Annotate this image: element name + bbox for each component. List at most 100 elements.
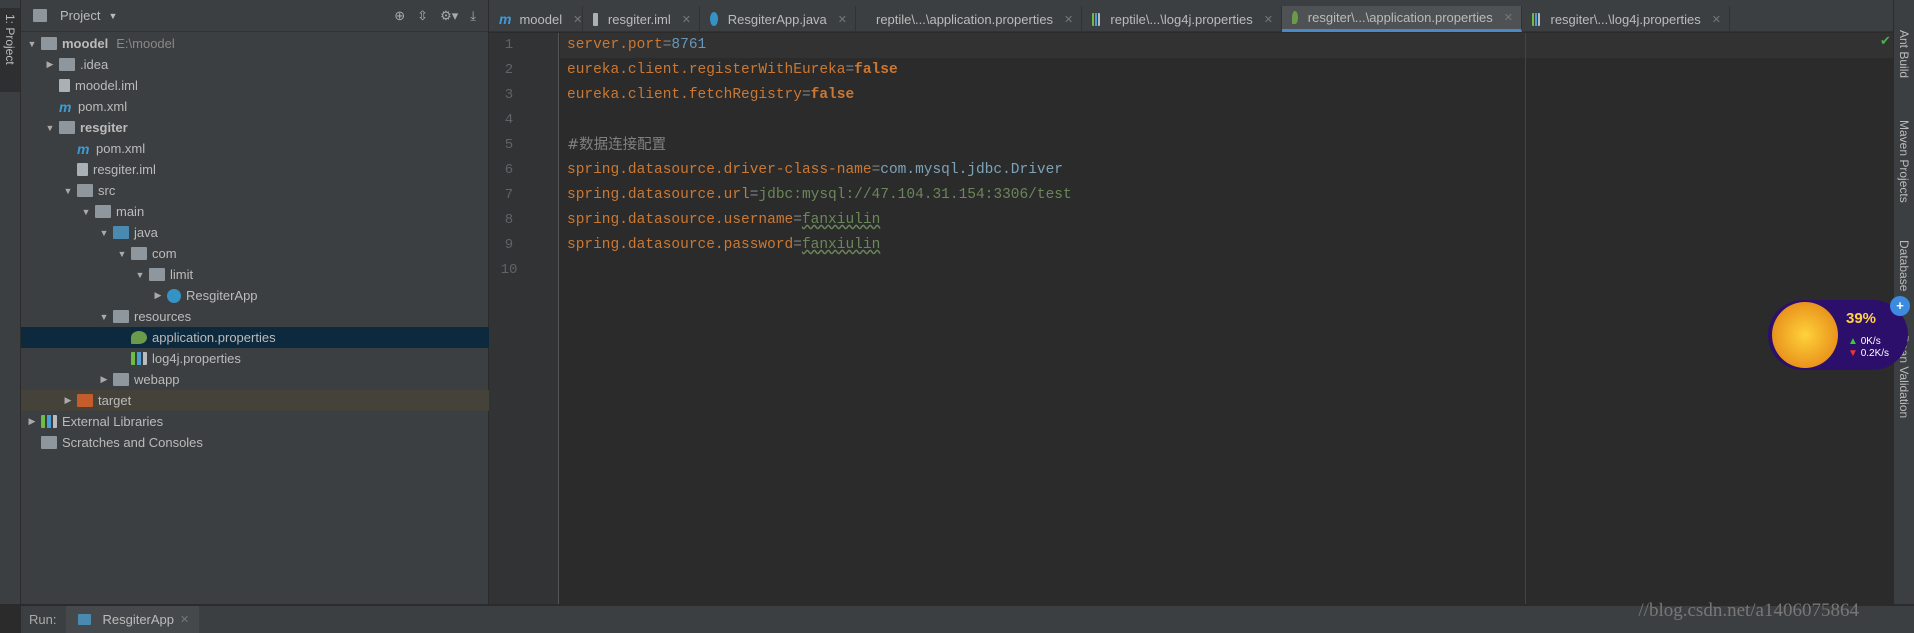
tree-item-label: External Libraries [62,414,164,429]
editor-tab[interactable]: resgiter\...\log4j.properties ✕ [1522,6,1730,32]
code-line: spring.datasource.url=jdbc:mysql://47.10… [567,183,1072,208]
libraries-icon [41,415,57,428]
property-key: spring.datasource.password [567,237,794,253]
tree-item[interactable]: ▶ ResgiterApp [21,285,489,306]
close-icon[interactable]: ✕ [682,13,691,26]
collapse-all-icon[interactable]: ⇳ [417,8,428,24]
editor-tab[interactable]: reptile\...\log4j.properties ✕ [1082,6,1282,32]
code-line: eureka.client.fetchRegistry=false [567,83,854,108]
chevron-down-icon[interactable]: ▼ [97,228,111,238]
chevron-down-icon[interactable]: ▼ [108,11,117,21]
code-editor[interactable]: 1 server.port=8761 2 eureka.client.register… [489,33,1893,604]
tree-item[interactable]: ▼ main [21,201,489,222]
properties-file-icon [1092,12,1101,26]
chevron-down-icon[interactable]: ▼ [115,249,129,259]
editor-tab[interactable]: resgiter\...\application.properties ✕ [1282,6,1522,32]
line-number: 5 [504,137,514,153]
tree-item[interactable]: m pom.xml [21,138,489,159]
tree-item[interactable]: ▼ limit [21,264,489,285]
tab-label: reptile\...\application.properties [876,11,1054,27]
ant-build-tab[interactable]: Ant Build [1897,30,1911,78]
maven-icon: m [499,11,512,27]
tree-item[interactable]: ▶ webapp [21,369,489,390]
plus-icon[interactable]: + [1890,296,1910,316]
code-line: eureka.client.registerWithEureka=false [567,58,898,83]
editor-tab[interactable]: ResgiterApp.java ✕ [700,6,856,32]
tree-item-label: target [98,393,132,408]
property-key: spring.datasource.url [567,187,750,203]
run-bar: Run: ResgiterApp ✕ [21,604,1914,633]
tree-item[interactable]: ▶ target [21,390,489,411]
chevron-down-icon[interactable]: ▼ [25,39,39,49]
chevron-right-icon[interactable]: ▶ [61,395,75,406]
tree-item[interactable]: ▼ com [21,243,489,264]
tree-item[interactable]: resgiter.iml [21,159,489,180]
line-number: 4 [504,112,514,128]
editor-tab[interactable]: reptile\...\application.properties ✕ [856,6,1082,32]
tree-item[interactable]: Scratches and Consoles [21,432,489,453]
upload-speed-value: 0K/s [1860,336,1881,347]
upload-speed: ▲ 0K/s [1848,336,1881,347]
tab-label: resgiter\...\application.properties [1307,10,1493,25]
iml-file-icon [77,163,88,176]
editor-tab[interactable]: resgiter.iml ✕ [583,6,700,32]
database-tab[interactable]: Database [1897,240,1911,291]
chevron-right-icon[interactable]: ▶ [25,416,39,427]
close-icon[interactable]: ✕ [573,13,582,26]
equals: = [793,237,802,253]
spring-class-icon [710,12,718,26]
gear-icon[interactable]: ⚙▾ [440,8,458,24]
tree-item[interactable]: ▶ .idea [21,54,489,75]
inspection-ok-icon[interactable]: ✔ [1880,33,1891,49]
line-number: 9 [504,237,514,253]
tree-item[interactable]: log4j.properties [21,348,489,369]
chevron-down-icon[interactable]: ▼ [133,270,147,280]
chevron-right-icon[interactable]: ▶ [151,290,165,301]
run-label: Run: [29,612,57,627]
code-line: #数据连接配置 [567,133,666,158]
module-folder-icon [59,121,75,134]
properties-file-icon [1532,12,1541,26]
tree-item[interactable]: ▼ java [21,222,489,243]
locate-icon[interactable]: ⊕ [394,8,405,24]
tree-item[interactable]: ▶ External Libraries [21,411,489,432]
tree-item-label: main [116,204,145,219]
chevron-right-icon[interactable]: ▶ [43,59,57,70]
editor-tab[interactable]: m moodel ✕ [489,6,583,32]
tree-item[interactable]: ▼ src [21,180,489,201]
tree-item[interactable]: application.properties [21,327,489,348]
tree-item[interactable]: ▼ moodel E:\moodel [21,33,489,54]
maven-projects-tab[interactable]: Maven Projects [1897,120,1911,203]
run-tab-resgiterapp[interactable]: ResgiterApp ✕ [66,606,200,633]
folder-icon [95,205,111,218]
project-view-selector[interactable]: Project [60,8,100,23]
scratches-icon [41,436,57,449]
chevron-down-icon[interactable]: ▼ [79,207,93,217]
close-icon[interactable]: ✕ [838,13,847,26]
close-icon[interactable]: ✕ [180,613,189,626]
close-icon[interactable]: ✕ [1064,13,1073,26]
arrow-down-icon: ▼ [1848,348,1858,359]
source-folder-icon [113,226,129,239]
tree-item-label: pom.xml [78,99,128,114]
tree-item[interactable]: m pom.xml [21,96,489,117]
close-icon[interactable]: ✕ [1504,11,1513,24]
property-value: 8761 [671,37,707,53]
chevron-down-icon[interactable]: ▼ [97,312,111,322]
close-icon[interactable]: ✕ [1712,13,1721,26]
project-tool-tab[interactable]: 1: Project [0,8,20,92]
chevron-down-icon[interactable]: ▼ [43,123,57,133]
tree-item[interactable]: moodel.iml [21,75,489,96]
close-icon[interactable]: ✕ [1264,13,1273,26]
chevron-right-icon[interactable]: ▶ [97,374,111,385]
network-monitor-widget[interactable]: 39% ▲ 0K/s ▼ 0.2K/s + [1768,296,1910,370]
tree-item[interactable]: ▼ resgiter [21,117,489,138]
tree-item-label: resources [134,309,192,324]
hide-icon[interactable]: ⤓ [470,8,476,24]
line-number: 7 [504,187,514,203]
folder-icon [59,58,75,71]
tree-item-label: application.properties [152,330,276,345]
chevron-down-icon[interactable]: ▼ [61,186,75,196]
tab-label: resgiter.iml [607,11,671,27]
tree-item[interactable]: ▼ resources [21,306,489,327]
